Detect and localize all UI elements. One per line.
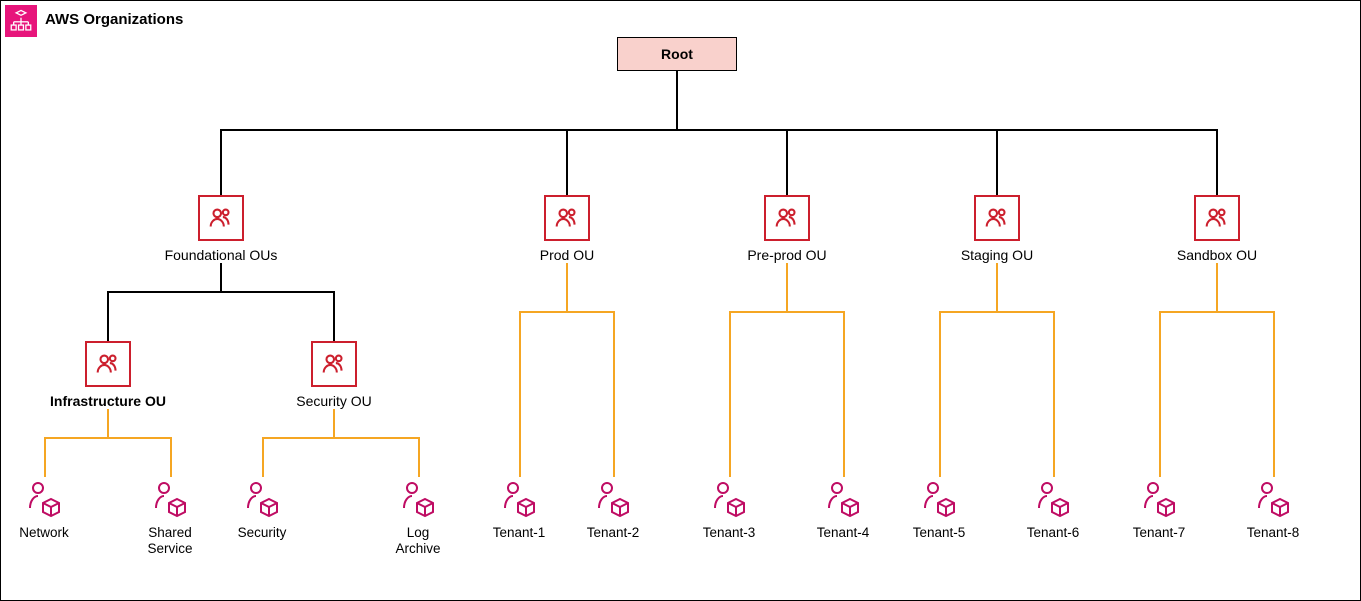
account-tenant-8-label: Tenant-8	[1223, 525, 1323, 541]
account-shared-service-label: SharedService	[120, 525, 220, 556]
ou-sandbox-icon	[1194, 195, 1240, 241]
diagram-title: AWS Organizations	[45, 11, 183, 28]
account-tenant-7-label: Tenant-7	[1109, 525, 1209, 541]
account-tenant-4-label: Tenant-4	[793, 525, 893, 541]
root-node: Root	[617, 37, 737, 71]
ou-infrastructure-label: Infrastructure OU	[28, 393, 188, 409]
account-tenant-2-label: Tenant-2	[563, 525, 663, 541]
account-tenant-3-icon	[708, 477, 750, 519]
ou-sandbox-label: Sandbox OU	[1137, 247, 1297, 263]
account-tenant-1-label: Tenant-1	[469, 525, 569, 541]
account-tenant-3-label: Tenant-3	[679, 525, 779, 541]
account-network-label: Network	[0, 525, 94, 541]
account-tenant-2-icon	[592, 477, 634, 519]
account-security-icon	[241, 477, 283, 519]
account-tenant-5-label: Tenant-5	[889, 525, 989, 541]
ou-foundational-icon	[198, 195, 244, 241]
account-tenant-8-icon	[1252, 477, 1294, 519]
account-tenant-6-icon	[1032, 477, 1074, 519]
ou-infrastructure-icon	[85, 341, 131, 387]
account-log-archive-label: LogArchive	[368, 525, 468, 556]
root-label: Root	[661, 46, 693, 62]
aws-organizations-icon	[5, 5, 37, 37]
account-security-label: Security	[212, 525, 312, 541]
ou-prod-icon	[544, 195, 590, 241]
account-tenant-6-label: Tenant-6	[1003, 525, 1103, 541]
account-log-archive-icon	[397, 477, 439, 519]
ou-staging-icon	[974, 195, 1020, 241]
account-tenant-1-icon	[498, 477, 540, 519]
account-tenant-7-icon	[1138, 477, 1180, 519]
ou-staging-label: Staging OU	[917, 247, 1077, 263]
account-tenant-5-icon	[918, 477, 960, 519]
account-shared-service-icon	[149, 477, 191, 519]
ou-preprod-icon	[764, 195, 810, 241]
ou-security-ou-icon	[311, 341, 357, 387]
ou-preprod-label: Pre-prod OU	[707, 247, 867, 263]
ou-security-ou-label: Security OU	[254, 393, 414, 409]
ou-foundational-label: Foundational OUs	[141, 247, 301, 263]
account-tenant-4-icon	[822, 477, 864, 519]
diagram-canvas: AWS Organizations Root Foundational OUs …	[0, 0, 1361, 601]
ou-prod-label: Prod OU	[487, 247, 647, 263]
account-network-icon	[23, 477, 65, 519]
